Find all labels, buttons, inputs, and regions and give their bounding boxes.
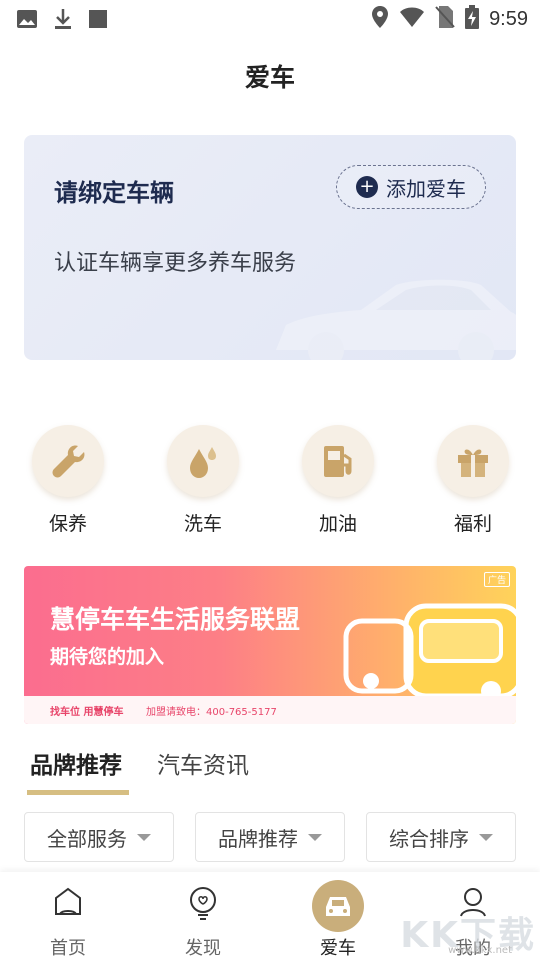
status-time: 9:59 xyxy=(489,7,528,30)
filter-label: 全部服务 xyxy=(47,826,127,851)
add-car-label: 添加爱车 xyxy=(386,176,466,201)
nav-label: 爱车 xyxy=(320,938,356,959)
filter-label: 综合排序 xyxy=(389,826,469,851)
caret-down-icon xyxy=(308,833,322,841)
add-car-button[interactable]: + 添加爱车 xyxy=(336,165,486,209)
filter-label: 品牌推荐 xyxy=(218,826,298,851)
nav-label: 发现 xyxy=(185,938,221,959)
service-maintenance[interactable]: 保养 xyxy=(18,425,118,536)
water-drop-icon xyxy=(167,425,239,497)
service-label: 加油 xyxy=(318,513,357,535)
nav-discover[interactable]: 发现 xyxy=(153,872,253,960)
service-grid: 保养 洗车 加油 福利 xyxy=(0,425,540,545)
page-title: 爱车 xyxy=(244,63,295,92)
discover-icon xyxy=(187,886,219,924)
service-label: 福利 xyxy=(453,513,492,535)
plus-icon: + xyxy=(356,176,378,198)
tab-car-news[interactable]: 汽车资讯 xyxy=(157,746,249,780)
no-sim-icon xyxy=(435,5,455,33)
bind-vehicle-card[interactable]: 请绑定车辆 + 添加爱车 认证车辆享更多养车服务 xyxy=(24,135,516,360)
gift-icon xyxy=(437,425,509,497)
banner-footer-left: 找车位 用慧停车 xyxy=(50,707,124,718)
bind-card-title: 请绑定车辆 xyxy=(54,179,174,207)
battery-charging-icon xyxy=(465,5,480,33)
service-car-wash[interactable]: 洗车 xyxy=(153,425,253,536)
tab-brand-recommend[interactable]: 品牌推荐 xyxy=(30,746,122,780)
fuel-pump-icon xyxy=(302,425,374,497)
content-tabs: 品牌推荐 汽车资讯 xyxy=(0,740,540,800)
filter-all-services[interactable]: 全部服务 xyxy=(24,812,174,862)
caret-down-icon xyxy=(479,833,493,841)
car-icon xyxy=(312,880,364,932)
bottom-nav: 首页 发现 爱车 我的 KK下载 www.kkx.net xyxy=(0,872,540,960)
status-notifications xyxy=(16,7,108,35)
service-label: 洗车 xyxy=(183,513,222,535)
watermark-sub: www.kkx.net xyxy=(448,945,512,956)
promo-banner[interactable]: 广告 慧停车车生活服务联盟 期待您的加入 找车位 用慧停车 加盟请致电：400-… xyxy=(24,566,516,724)
home-icon xyxy=(52,886,84,922)
ad-tag: 广告 xyxy=(483,572,510,587)
image-icon xyxy=(16,8,38,34)
service-label: 保养 xyxy=(48,513,87,535)
car-silhouette-icon xyxy=(276,279,516,360)
filter-bar: 全部服务 品牌推荐 综合排序 xyxy=(24,812,516,862)
service-benefits[interactable]: 福利 xyxy=(423,425,523,536)
nav-label: 首页 xyxy=(50,938,86,959)
status-bar: 9:59 xyxy=(0,0,540,36)
banner-headline: 慧停车车生活服务联盟 xyxy=(50,605,301,634)
caret-down-icon xyxy=(137,833,151,841)
bind-card-subtitle: 认证车辆享更多养车服务 xyxy=(54,251,297,276)
wrench-icon xyxy=(32,425,104,497)
download-icon xyxy=(52,7,74,35)
status-system: 9:59 xyxy=(371,5,528,33)
service-refuel[interactable]: 加油 xyxy=(288,425,388,536)
wifi-icon xyxy=(399,6,425,32)
banner-subline: 期待您的加入 xyxy=(50,646,165,668)
tab-indicator xyxy=(27,790,129,795)
square-icon xyxy=(88,9,108,33)
location-icon xyxy=(371,5,389,33)
banner-footer-right: 加盟请致电：400-765-5177 xyxy=(146,707,277,718)
nav-my-car[interactable]: 爱车 xyxy=(288,872,388,960)
filter-sort[interactable]: 综合排序 xyxy=(366,812,516,862)
nav-home[interactable]: 首页 xyxy=(18,872,118,960)
filter-brand[interactable]: 品牌推荐 xyxy=(195,812,345,862)
